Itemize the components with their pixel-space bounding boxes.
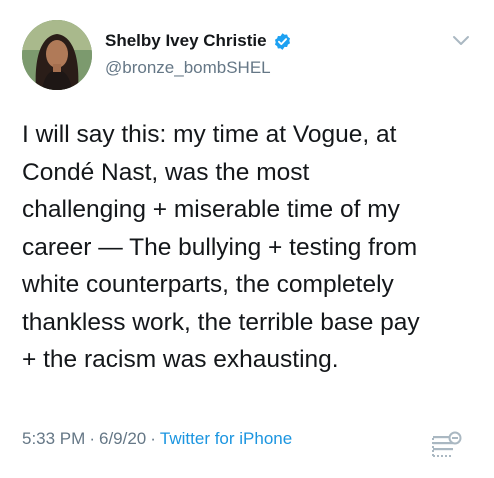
verified-badge-icon: [273, 32, 292, 51]
author-name-row: Shelby Ivey Christie: [105, 31, 292, 51]
tweet-time[interactable]: 5:33 PM: [22, 429, 85, 448]
tweet-text: I will say this: my time at Vogue, at Co…: [22, 121, 420, 373]
meta-separator: ·: [89, 429, 95, 448]
avatar[interactable]: [22, 20, 92, 90]
tweet-source-link[interactable]: Twitter for iPhone: [160, 429, 292, 448]
meta-separator: ·: [150, 429, 156, 448]
tweet-card: Shelby Ivey Christie @bronze_bombSHEL I …: [0, 0, 494, 478]
author-handle[interactable]: @bronze_bombSHEL: [105, 58, 271, 78]
tweet-metadata: 5:33 PM · 6/9/20 · Twitter for iPhone: [22, 429, 292, 449]
author-display-name[interactable]: Shelby Ivey Christie: [105, 31, 267, 51]
chevron-down-icon[interactable]: [452, 34, 470, 46]
tweet-date[interactable]: 6/9/20: [99, 429, 146, 448]
tweet-analytics-icon[interactable]: [431, 430, 463, 460]
